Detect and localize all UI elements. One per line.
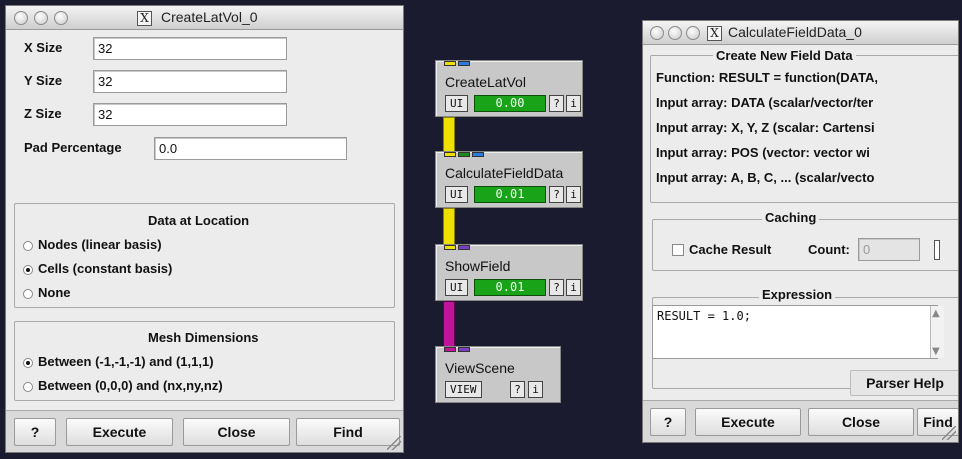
module-createlatvol[interactable]: CreateLatVol UI 0.00 ? i: [435, 60, 583, 117]
module-ui-button[interactable]: UI: [445, 95, 469, 112]
info-line: Input array: X, Y, Z (scalar: Cartensi: [656, 120, 875, 135]
expression-scrollbar[interactable]: ▲ ▼: [930, 306, 944, 358]
module-help-button[interactable]: ?: [549, 279, 564, 296]
module-progress: 0.01: [474, 186, 546, 203]
y-size-input[interactable]: 32: [93, 70, 287, 93]
pipe-showfield-to-viewscene[interactable]: [443, 301, 455, 350]
port-in-yellow[interactable]: [444, 245, 456, 250]
option-between-index-label[interactable]: Between (0,0,0) and (nx,ny,nz): [38, 378, 223, 393]
zoom-window-icon[interactable]: [686, 26, 700, 40]
module-progress: 0.01: [474, 279, 546, 296]
port-in-yellow[interactable]: [444, 61, 456, 66]
module-ui-button[interactable]: UI: [445, 279, 469, 296]
find-button[interactable]: Find: [296, 418, 400, 446]
close-button[interactable]: Close: [183, 418, 290, 446]
module-info-button[interactable]: i: [566, 186, 581, 203]
calculatefielddata-window: X CalculateFieldData_0 Create New Field …: [642, 20, 959, 443]
z-size-input[interactable]: 32: [93, 103, 287, 126]
x11-icon: X: [137, 11, 152, 26]
pad-percentage-input[interactable]: 0.0: [154, 137, 347, 160]
module-name: ViewScene: [445, 360, 515, 376]
option-cells-label[interactable]: Cells (constant basis): [38, 261, 172, 276]
window-title: CreateLatVol_0: [161, 9, 258, 25]
calculatefielddata-titlebar[interactable]: X CalculateFieldData_0: [643, 21, 958, 45]
module-viewscene[interactable]: ViewScene VIEW ? i: [435, 346, 561, 403]
module-info-button[interactable]: i: [566, 95, 581, 112]
pipe-calc-to-showfield[interactable]: [443, 208, 455, 248]
info-line: Function: RESULT = function(DATA,: [656, 70, 879, 85]
execute-button[interactable]: Execute: [66, 418, 173, 446]
module-name: CalculateFieldData: [445, 165, 564, 181]
createlatvol-titlebar[interactable]: X CreateLatVol_0: [6, 6, 403, 30]
pad-percentage-label: Pad Percentage: [24, 140, 122, 155]
create-new-field-title: Create New Field Data: [713, 48, 856, 63]
close-window-icon[interactable]: [650, 26, 664, 40]
module-name: CreateLatVol: [445, 74, 526, 90]
execute-button[interactable]: Execute: [695, 408, 801, 436]
module-calculatefielddata[interactable]: CalculateFieldData UI 0.01 ? i: [435, 151, 583, 208]
module-name: ShowField: [445, 258, 511, 274]
radio-none[interactable]: [23, 289, 33, 299]
port-in-purple[interactable]: [458, 347, 470, 352]
port-in-purple[interactable]: [458, 245, 470, 250]
mesh-dimensions-title: Mesh Dimensions: [148, 330, 259, 345]
calculatefielddata-button-bar: ? Execute Close Find: [643, 400, 958, 442]
port-in-magenta[interactable]: [444, 347, 456, 352]
module-view-button[interactable]: VIEW: [445, 381, 482, 398]
module-help-button[interactable]: ?: [549, 95, 564, 112]
data-at-location-title: Data at Location: [148, 213, 250, 228]
module-progress: 0.00: [474, 95, 546, 112]
port-in-green[interactable]: [458, 152, 470, 157]
minimize-window-icon[interactable]: [668, 26, 682, 40]
info-line: Input array: A, B, C, ... (scalar/vecto: [656, 170, 875, 185]
help-button[interactable]: ?: [14, 418, 56, 446]
radio-cells[interactable]: [23, 265, 33, 275]
minimize-window-icon[interactable]: [34, 11, 48, 25]
caching-title: Caching: [762, 210, 820, 225]
zoom-window-icon[interactable]: [54, 11, 68, 25]
x-size-input[interactable]: 32: [93, 37, 287, 60]
scroll-down-icon[interactable]: ▼: [932, 346, 940, 357]
close-button[interactable]: Close: [808, 408, 914, 436]
y-size-label: Y Size: [24, 73, 63, 88]
expression-textarea[interactable]: RESULT = 1.0;: [652, 305, 938, 359]
x11-icon: X: [707, 26, 722, 41]
module-info-button[interactable]: i: [528, 381, 543, 398]
resize-grip-icon[interactable]: [387, 436, 401, 450]
cache-result-checkbox[interactable]: [672, 244, 684, 256]
port-in-blue[interactable]: [472, 152, 484, 157]
cache-result-label[interactable]: Cache Result: [689, 242, 771, 257]
info-line: Input array: DATA (scalar/vector/ter: [656, 95, 874, 110]
option-between-unit-label[interactable]: Between (-1,-1,-1) and (1,1,1): [38, 354, 214, 369]
radio-between-unit[interactable]: [23, 358, 33, 368]
option-none-label[interactable]: None: [38, 285, 71, 300]
port-in-yellow[interactable]: [444, 152, 456, 157]
parser-help-button[interactable]: Parser Help: [850, 370, 958, 396]
count-slider-edge[interactable]: [934, 240, 940, 260]
window-title: CalculateFieldData_0: [728, 24, 862, 40]
option-nodes-label[interactable]: Nodes (linear basis): [38, 237, 162, 252]
module-ui-button[interactable]: UI: [445, 186, 469, 203]
scroll-up-icon[interactable]: ▲: [932, 308, 940, 319]
expression-title: Expression: [759, 287, 836, 302]
radio-between-index[interactable]: [23, 382, 33, 392]
module-help-button[interactable]: ?: [510, 381, 525, 398]
radio-nodes[interactable]: [23, 241, 33, 251]
createlatvol-window: X CreateLatVol_0 X Size 32 Y Size 32 Z S…: [5, 5, 404, 453]
close-window-icon[interactable]: [14, 11, 28, 25]
info-line: Input array: POS (vector: vector wi: [656, 145, 870, 160]
x-size-label: X Size: [24, 40, 63, 55]
port-in-blue[interactable]: [458, 61, 470, 66]
module-showfield[interactable]: ShowField UI 0.01 ? i: [435, 244, 583, 301]
resize-grip-icon[interactable]: [942, 426, 956, 440]
help-button[interactable]: ?: [650, 408, 686, 436]
z-size-label: Z Size: [24, 106, 62, 121]
count-input[interactable]: 0: [858, 238, 920, 261]
module-info-button[interactable]: i: [566, 279, 581, 296]
pipe-createlatvol-to-calc[interactable]: [443, 117, 455, 155]
count-label: Count:: [808, 242, 850, 257]
createlatvol-button-bar: ? Execute Close Find: [6, 410, 403, 452]
module-help-button[interactable]: ?: [549, 186, 564, 203]
